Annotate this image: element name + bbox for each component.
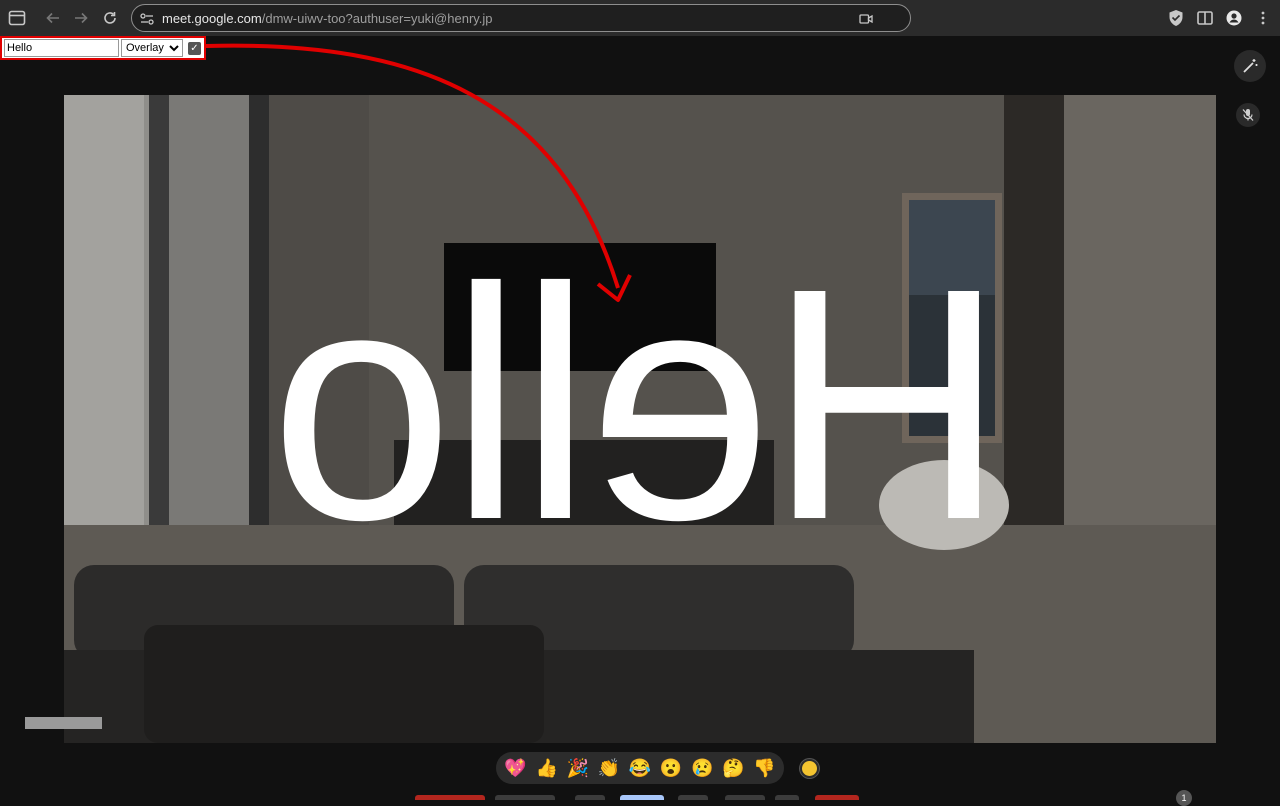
visual-effects-button[interactable] [1234,50,1266,82]
controls-button-g[interactable] [775,795,799,800]
skin-tone-picker[interactable] [800,759,819,778]
more-menu-icon[interactable] [1254,9,1272,27]
self-video-feed [64,95,1216,743]
overlay-mode-select[interactable]: Overlay [121,39,183,57]
leave-call-button[interactable] [815,795,859,800]
sparkling-heart-icon[interactable]: 💖 [502,758,530,778]
camera-in-use-icon[interactable] [858,11,874,27]
muted-indicator [1236,103,1260,127]
surprised-face-icon[interactable]: 😮 [657,758,685,778]
controls-button-c[interactable] [575,795,605,800]
overlay-text-input[interactable] [4,39,119,57]
magic-wand-icon [1243,59,1258,73]
participant-name-placeholder [25,717,102,729]
site-settings-icon[interactable] [139,11,155,27]
side-panel-icon[interactable] [1196,9,1214,27]
url-path: /dmw-uiwv-too?authuser=yuki@henry.jp [261,11,493,26]
thumbs-down-icon[interactable]: 👎 [750,758,778,778]
clapping-hands-icon[interactable]: 👏 [595,758,623,778]
tab-search-icon[interactable] [8,9,26,27]
back-arrow-icon[interactable] [44,9,62,27]
thinking-face-icon[interactable]: 🤔 [719,758,747,778]
controls-button-a[interactable] [415,795,485,800]
overlay-controls-panel: Overlay ✓ [0,36,206,60]
extension-shield-icon[interactable] [1167,9,1185,27]
controls-button-b[interactable] [495,795,555,800]
reactions-bar: 💖 👍 🎉 👏 😂 😮 😢 🤔 👎 [496,752,784,784]
living-room-camera-image [64,95,1216,743]
url-domain: meet.google.com [162,11,262,26]
mic-off-icon [1242,109,1254,121]
controls-button-f[interactable] [725,795,765,800]
forward-arrow-icon[interactable] [72,9,90,27]
party-popper-icon[interactable]: 🎉 [564,758,592,778]
meeting-controls-bar [0,795,1280,800]
notification-badge: 1 [1176,790,1192,806]
thumbs-up-icon[interactable]: 👍 [533,758,561,778]
reload-icon[interactable] [101,9,119,27]
tears-of-joy-icon[interactable]: 😂 [626,758,654,778]
profile-avatar-icon[interactable] [1225,9,1243,27]
address-bar[interactable]: meet.google.com/dmw-uiwv-too?authuser=yu… [131,4,911,32]
sad-face-icon[interactable]: 😢 [688,758,716,778]
mirror-checkbox[interactable]: ✓ [188,41,201,55]
browser-toolbar: meet.google.com/dmw-uiwv-too?authuser=yu… [0,0,1280,36]
url-text: meet.google.com/dmw-uiwv-too?authuser=yu… [162,11,493,27]
controls-button-d[interactable] [620,795,664,800]
controls-button-e[interactable] [678,795,708,800]
